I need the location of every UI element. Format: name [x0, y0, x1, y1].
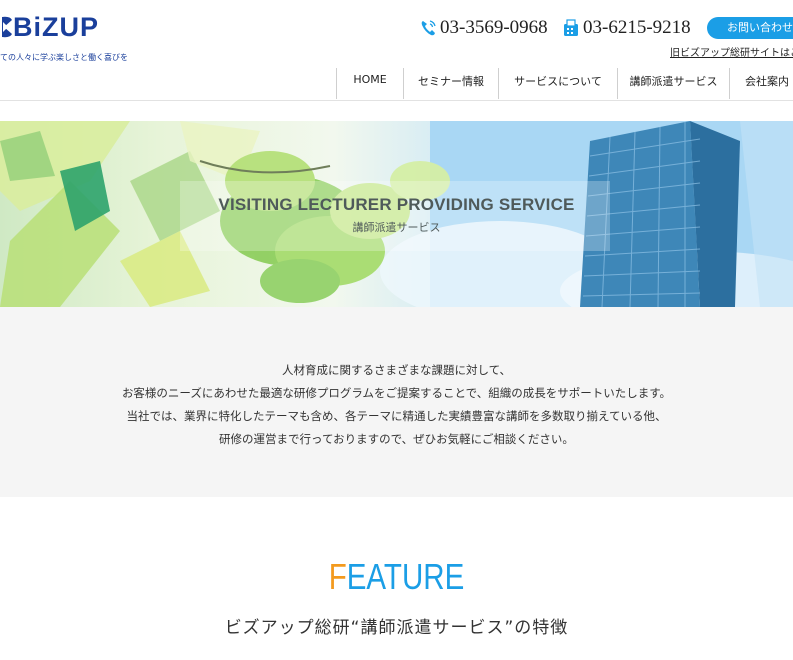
nav-item-home[interactable]: HOME — [336, 68, 403, 99]
nav-item-company[interactable]: 会社案内 — [729, 68, 793, 99]
old-site-link[interactable]: 旧ビズアップ総研サイトはこち — [670, 44, 793, 59]
intro-line: 人材育成に関するさまざまな課題に対して、 — [281, 363, 512, 377]
feature-heading: FEATURE — [71, 556, 721, 598]
feature-heading-rest: EATURE — [346, 556, 465, 597]
logo-tagline: ての人々に学ぶ楽しさと働く喜びを — [0, 53, 128, 62]
intro-line: 研修の運営まで行っておりますので、ぜひお気軽にご相談ください。 — [219, 432, 574, 446]
feature-heading-first-letter: F — [328, 556, 347, 597]
intro-line: お客様のニーズにあわせた最適な研修プログラムをご提案することで、組織の成長をサポ… — [121, 386, 672, 400]
fax-number: 03-6215-9218 — [583, 17, 691, 38]
contact-button[interactable]: お問い合わせ — [707, 17, 793, 39]
hero-banner: VISITING LECTURER PROVIDING SERVICE 講師派遣… — [0, 121, 793, 307]
feature-subheading: ビズアップ総研“講師派遣サービス”の特徴 — [224, 618, 569, 638]
site-header: BiZUP ての人々に学ぶ楽しさと働く喜びを 03-3569-0968 03-6… — [0, 0, 793, 101]
phone-icon — [421, 20, 436, 36]
phone-fax[interactable]: 03-6215-9218 — [563, 17, 691, 39]
nav-item-seminars[interactable]: セミナー情報 — [403, 68, 498, 99]
intro-section: 人材育成に関するさまざまな課題に対して、 お客様のニーズにあわせた最適な研修プロ… — [0, 307, 793, 497]
hero-subtitle: 講師派遣サービス — [352, 221, 441, 234]
nav-item-services[interactable]: サービスについて — [498, 68, 617, 99]
phone-primary[interactable]: 03-3569-0968 — [420, 17, 548, 39]
logo-mark-icon — [2, 16, 12, 38]
intro-line: 当社では、業界に特化したテーマも含め、各テーマに精通した実績豊富な講師を多数取り… — [126, 409, 667, 423]
nav-item-lecturer-dispatch[interactable]: 講師派遣サービス — [617, 68, 729, 99]
hero-title: VISITING LECTURER PROVIDING SERVICE — [218, 195, 575, 214]
fax-icon — [564, 19, 578, 36]
phone-number: 03-3569-0968 — [440, 17, 548, 38]
logo-text: BiZUP — [13, 12, 99, 42]
main-nav: HOME セミナー情報 サービスについて 講師派遣サービス 会社案内 — [336, 68, 793, 99]
